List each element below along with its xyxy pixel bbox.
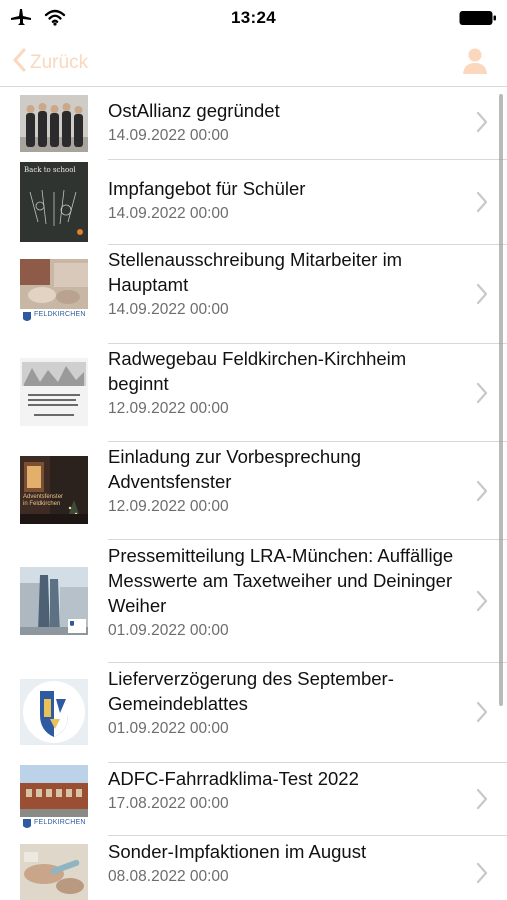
- chevron-right-icon: [476, 191, 488, 218]
- news-text: Pressemitteilung LRA-München: Auffällige…: [108, 543, 463, 641]
- news-title: Pressemitteilung LRA-München: Auffällige…: [108, 545, 454, 616]
- news-thumbnail: Adventsfenster in Feldkirchen: [20, 456, 88, 524]
- status-bar: 13:24: [0, 0, 507, 36]
- list-item[interactable]: FELDKIRCHEN ADFC-Fahrradklima-Test 2022 …: [0, 763, 507, 836]
- list-item[interactable]: Adventsfenster in Feldkirchen Einladung …: [0, 442, 507, 540]
- user-icon: [462, 48, 488, 79]
- news-title: OstAllianz gegründet: [108, 100, 280, 121]
- news-title: Einladung zur Vorbesprechung Adventsfens…: [108, 446, 362, 492]
- news-title: Lieferverzögerung des September-Gemeinde…: [108, 668, 394, 714]
- news-text: Radwegebau Feldkirchen-Kirchheim beginnt…: [108, 346, 463, 419]
- news-title: ADFC-Fahrradklima-Test 2022: [108, 768, 359, 789]
- news-thumbnail: [20, 844, 88, 900]
- news-date: 01.09.2022 00:00: [108, 720, 229, 737]
- list-item[interactable]: Radwegebau Feldkirchen-Kirchheim beginnt…: [0, 344, 507, 442]
- chevron-right-icon: [476, 590, 488, 617]
- back-label: Zurück: [30, 52, 89, 73]
- news-thumbnail: [20, 679, 88, 745]
- news-text: OstAllianz gegründet 14.09.2022 00:00: [108, 98, 463, 146]
- news-title: Sonder-Impfaktionen im August: [108, 841, 367, 862]
- chevron-right-icon: [476, 480, 488, 507]
- news-title: Stellenausschreibung Mitarbeiter im Haup…: [108, 249, 403, 295]
- news-title: Radwegebau Feldkirchen-Kirchheim beginnt: [108, 348, 407, 394]
- list-item[interactable]: Lieferverzögerung des September-Gemeinde…: [0, 663, 507, 762]
- thumbnail-caption: FELDKIRCHEN: [34, 311, 86, 318]
- status-left: [10, 8, 66, 31]
- back-button[interactable]: Zurück: [12, 48, 88, 78]
- list-item[interactable]: Sonder-Impfaktionen im August 08.08.2022…: [0, 836, 507, 900]
- chevron-right-icon: [476, 111, 488, 138]
- chevron-right-icon: [476, 701, 488, 728]
- chevron-right-icon: [476, 382, 488, 409]
- list-item[interactable]: Pressemitteilung LRA-München: Auffällige…: [0, 540, 507, 662]
- scrollbar[interactable]: [499, 94, 503, 706]
- chevron-right-icon: [476, 283, 488, 310]
- thumbnail-caption: Back to school: [24, 166, 76, 174]
- news-date: 14.09.2022 00:00: [108, 301, 229, 318]
- battery-icon: [459, 9, 497, 32]
- airplane-icon: [10, 8, 32, 31]
- chevron-right-icon: [476, 788, 488, 815]
- news-thumbnail: [20, 567, 88, 635]
- news-thumbnail: FELDKIRCHEN: [20, 765, 88, 833]
- news-date: 01.09.2022 00:00: [108, 622, 229, 639]
- thumbnail-caption: FELDKIRCHEN: [34, 819, 86, 826]
- list-item[interactable]: Back to school Impfangebot für Schüler 1…: [0, 160, 507, 244]
- news-text: Sonder-Impfaktionen im August 08.08.2022…: [108, 839, 463, 887]
- status-time: 13:24: [231, 8, 276, 27]
- news-date: 14.09.2022 00:00: [108, 127, 229, 144]
- news-date: 12.09.2022 00:00: [108, 400, 229, 417]
- news-date: 12.09.2022 00:00: [108, 498, 229, 515]
- news-date: 14.09.2022 00:00: [108, 205, 229, 222]
- chevron-left-icon: [12, 48, 26, 78]
- thumbnail-caption: Adventsfenster in Feldkirchen: [23, 494, 64, 507]
- profile-button[interactable]: [462, 47, 488, 80]
- news-text: Einladung zur Vorbesprechung Adventsfens…: [108, 444, 463, 517]
- news-list[interactable]: OstAllianz gegründet 14.09.2022 00:00 Ba…: [0, 88, 507, 900]
- news-thumbnail: FELDKIRCHEN: [20, 259, 88, 327]
- news-date: 08.08.2022 00:00: [108, 868, 229, 885]
- news-text: Lieferverzögerung des September-Gemeinde…: [108, 666, 463, 739]
- list-item[interactable]: OstAllianz gegründet 14.09.2022 00:00: [0, 88, 507, 159]
- news-thumbnail: Back to school: [20, 162, 88, 242]
- news-text: Impfangebot für Schüler 14.09.2022 00:00: [108, 176, 463, 224]
- news-text: Stellenausschreibung Mitarbeiter im Haup…: [108, 247, 463, 320]
- wifi-icon: [44, 9, 66, 31]
- list-item[interactable]: FELDKIRCHEN Stellenausschreibung Mitarbe…: [0, 245, 507, 343]
- news-text: ADFC-Fahrradklima-Test 2022 17.08.2022 0…: [108, 766, 463, 814]
- navigation-bar: Zurück: [0, 36, 507, 87]
- news-date: 17.08.2022 00:00: [108, 795, 229, 812]
- news-thumbnail: [20, 358, 88, 426]
- news-title: Impfangebot für Schüler: [108, 178, 306, 199]
- chevron-right-icon: [476, 862, 488, 889]
- news-thumbnail: [20, 95, 88, 152]
